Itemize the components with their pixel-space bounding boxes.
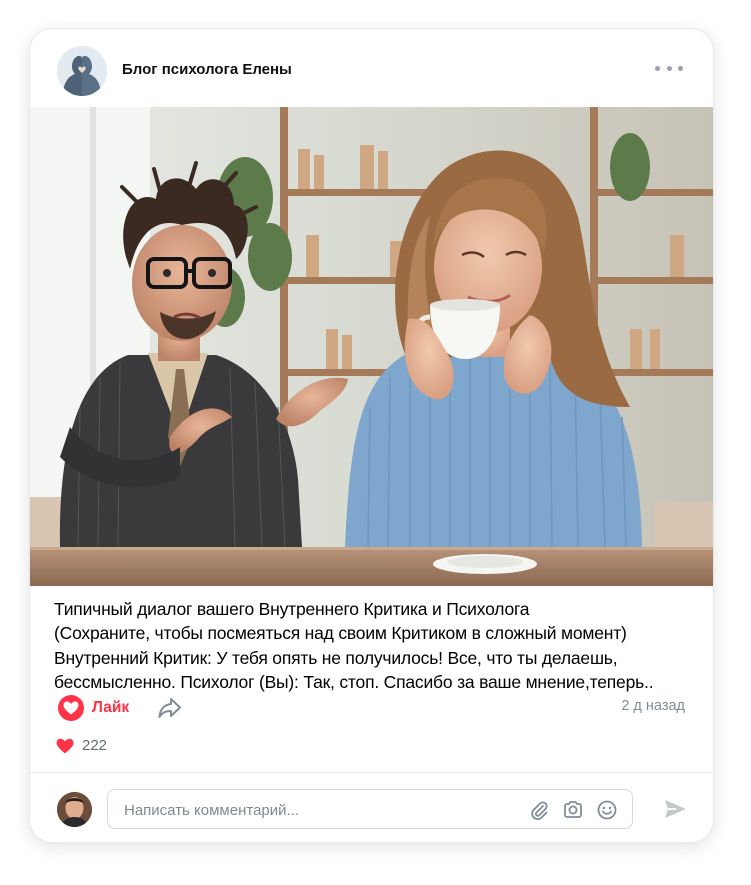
camera-icon[interactable] [562, 799, 584, 821]
post-card: Блог психолога Елены Типичный диалог ваш… [30, 29, 713, 842]
post-time: 2 д назад [621, 698, 685, 714]
avatar-logo [57, 46, 107, 96]
current-user-avatar[interactable] [57, 792, 92, 827]
post-image[interactable] [30, 107, 713, 586]
comment-input[interactable] [122, 798, 506, 822]
post-header: Блог психолога Елены [30, 29, 713, 107]
likes-count-value: 222 [82, 737, 108, 754]
heart-icon [58, 695, 84, 721]
cafe-scene-illustration [30, 107, 713, 586]
post-text-line[interactable]: бессмысленно. Психолог (Вы): Так, стоп. … [54, 670, 694, 694]
send-icon[interactable] [662, 796, 688, 822]
share-icon[interactable] [157, 696, 183, 720]
likes-count[interactable]: 222 [56, 737, 107, 754]
emoji-icon[interactable] [596, 799, 618, 821]
author-name[interactable]: Блог психолога Елены [122, 61, 292, 78]
divider [30, 772, 713, 773]
post-text: Типичный диалог вашего Внутреннего Крити… [54, 597, 694, 694]
post-text-line: Типичный диалог вашего Внутреннего Крити… [54, 599, 530, 619]
like-button[interactable]: Лайк [58, 695, 129, 721]
like-label: Лайк [92, 699, 130, 716]
attach-icon[interactable] [528, 799, 550, 821]
comment-field [107, 789, 633, 829]
more-icon[interactable] [655, 57, 683, 79]
heart-icon [56, 738, 74, 753]
post-text-line: (Сохраните, чтобы посмеяться над своим К… [54, 623, 627, 644]
author-avatar[interactable] [57, 46, 107, 96]
post-text-line: Внутренний Критик: У тебя опять не получ… [54, 647, 618, 668]
